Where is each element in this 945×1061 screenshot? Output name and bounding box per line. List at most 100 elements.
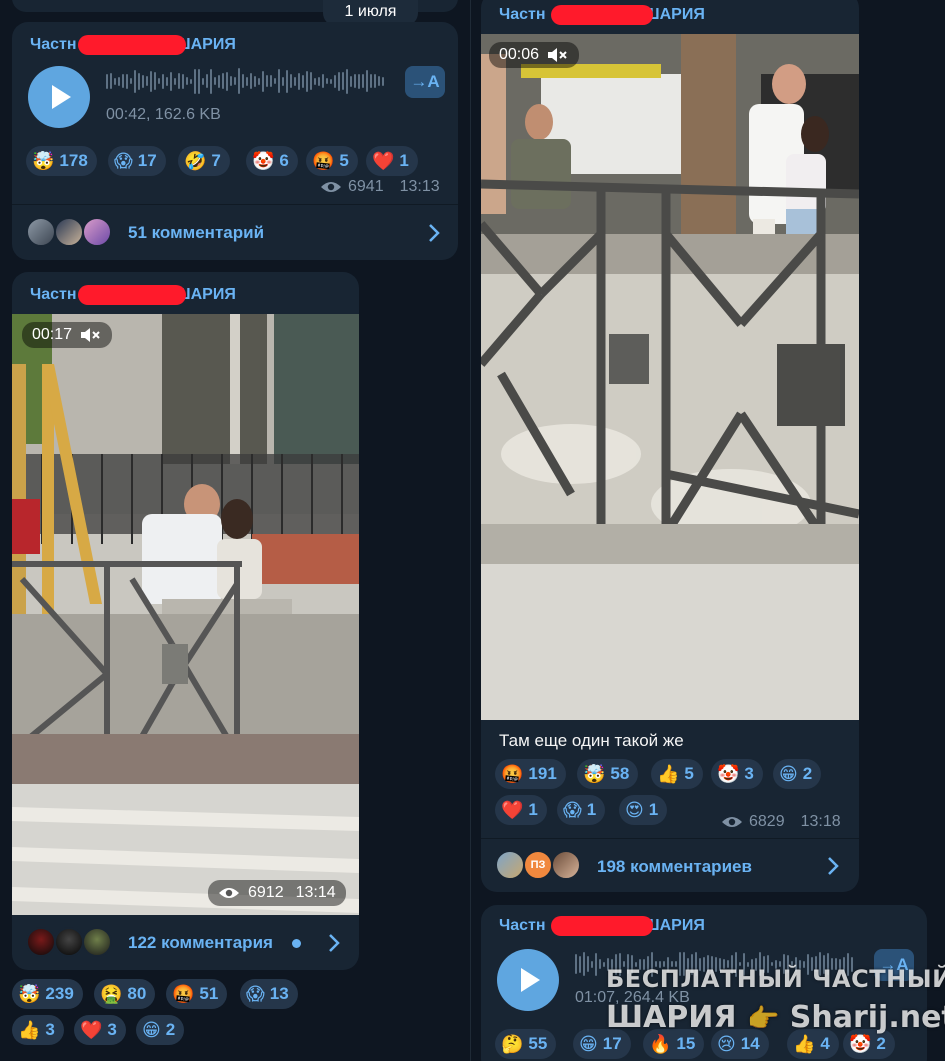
reaction-pill[interactable]: 👍 5 bbox=[651, 759, 703, 789]
column-divider bbox=[470, 0, 471, 1061]
reaction-pill[interactable]: 😱 1 bbox=[557, 795, 606, 825]
reaction-pill[interactable]: 🤣 7 bbox=[178, 146, 230, 176]
reaction-count: 2 bbox=[876, 1034, 886, 1053]
reaction-emoji-icon: 😢 bbox=[717, 1034, 736, 1054]
reaction-emoji-icon: ❤️ bbox=[80, 1020, 103, 1040]
video-player[interactable]: 00:17 6912 13:14 bbox=[12, 314, 359, 915]
reaction-pill[interactable]: 😁 2 bbox=[136, 1015, 185, 1045]
reaction-emoji-icon: 😱 bbox=[563, 800, 582, 820]
waveform-bar bbox=[146, 76, 148, 86]
reaction-count: 7 bbox=[211, 151, 221, 170]
waveform-bar bbox=[274, 78, 276, 84]
video-message-bubble: Частн ШАРИЯ bbox=[481, 0, 859, 892]
comments-link[interactable]: 122 комментария bbox=[12, 915, 359, 970]
reaction-pill[interactable]: 😱 17 bbox=[108, 146, 166, 176]
reaction-count: 15 bbox=[676, 1034, 696, 1053]
reaction-count: 2 bbox=[802, 764, 813, 783]
waveform-bar bbox=[579, 955, 581, 973]
reaction-count: 1 bbox=[586, 800, 597, 819]
comments-count: 51 комментарий bbox=[128, 223, 265, 242]
reaction-count: 4 bbox=[820, 1034, 830, 1053]
reaction-emoji-icon: 🤬 bbox=[501, 764, 524, 784]
waveform-bar bbox=[222, 73, 224, 89]
eye-icon bbox=[321, 182, 341, 192]
comments-count: 198 комментариев bbox=[597, 857, 752, 876]
reaction-count: 58 bbox=[610, 764, 630, 783]
reaction-pill[interactable]: 😁 2 bbox=[773, 759, 822, 789]
reaction-pill[interactable]: 🤔 55 bbox=[495, 1029, 557, 1059]
play-button[interactable] bbox=[28, 66, 90, 128]
waveform-bar bbox=[242, 74, 244, 88]
post-time: 13:14 bbox=[295, 884, 336, 901]
chevron-right-icon bbox=[828, 857, 839, 875]
watermark: БЕСПЛАТНЫЙ ЧАСТНЫЙ bbox=[606, 965, 945, 993]
eye-icon bbox=[722, 817, 742, 827]
video-player[interactable]: 00:06 bbox=[481, 34, 859, 720]
waveform-bar bbox=[278, 69, 280, 93]
waveform-bar bbox=[266, 75, 268, 87]
reaction-pill[interactable]: 🤯 178 bbox=[26, 146, 97, 176]
waveform-bar bbox=[178, 73, 180, 89]
waveform-bar bbox=[110, 73, 112, 89]
waveform-bar bbox=[190, 78, 192, 84]
video-duration-chip: 00:06 bbox=[489, 42, 580, 68]
reaction-pill[interactable]: 😍 1 bbox=[619, 795, 668, 825]
reaction-emoji-icon: 😁 bbox=[579, 1034, 598, 1054]
watermark: ШАРИЯ 👉 Sharij.net bbox=[606, 1000, 945, 1035]
waveform-bar bbox=[294, 76, 296, 86]
reaction-count: 13 bbox=[269, 984, 289, 1003]
muted-speaker-icon[interactable] bbox=[547, 46, 569, 64]
comments-link[interactable]: 51 комментарий bbox=[12, 204, 458, 260]
reaction-pill[interactable]: 🤬 51 bbox=[166, 979, 228, 1009]
chevron-right-icon bbox=[329, 934, 340, 952]
waveform-bar bbox=[302, 74, 304, 88]
post-time: 13:18 bbox=[800, 813, 841, 830]
reaction-pill[interactable]: 🤯 58 bbox=[577, 759, 639, 789]
reaction-emoji-icon: 👍 bbox=[657, 764, 680, 784]
waveform-bar bbox=[226, 71, 228, 91]
waveform-bar bbox=[174, 77, 176, 85]
reaction-pill[interactable]: 🤡 6 bbox=[246, 146, 298, 176]
video-frame bbox=[12, 314, 359, 915]
redaction-mark bbox=[551, 916, 653, 936]
waveform-bar bbox=[114, 77, 116, 85]
redaction-mark bbox=[551, 5, 653, 25]
reaction-count: 3 bbox=[107, 1020, 117, 1039]
reaction-count: 2 bbox=[165, 1020, 176, 1039]
waveform-bar bbox=[202, 77, 204, 85]
waveform-bar bbox=[378, 76, 380, 86]
view-count: 6941 bbox=[348, 178, 384, 195]
muted-speaker-icon[interactable] bbox=[80, 326, 102, 344]
waveform-bar bbox=[575, 954, 577, 974]
waveform-bar bbox=[142, 74, 144, 88]
waveform-bar bbox=[595, 952, 597, 976]
voice-waveform[interactable] bbox=[106, 66, 390, 96]
play-button[interactable] bbox=[497, 949, 559, 1011]
waveform-bar bbox=[126, 73, 128, 89]
reaction-pill[interactable]: 🤬 5 bbox=[306, 146, 358, 176]
reaction-pill[interactable]: 😱 13 bbox=[240, 979, 298, 1009]
waveform-bar bbox=[382, 76, 384, 86]
waveform-bar bbox=[322, 74, 324, 88]
video-duration-chip: 00:17 bbox=[22, 322, 113, 348]
comments-link[interactable]: ПЗ 198 комментариев bbox=[481, 838, 859, 892]
reaction-emoji-icon: 🤡 bbox=[717, 764, 740, 784]
commenter-avatar bbox=[495, 850, 525, 880]
waveform-bar bbox=[591, 960, 593, 968]
reaction-pill[interactable]: 🤡 3 bbox=[711, 759, 763, 789]
post-time: 13:13 bbox=[399, 178, 440, 195]
waveform-bar bbox=[230, 76, 232, 86]
waveform-bar bbox=[346, 68, 348, 94]
reaction-emoji-icon: ❤️ bbox=[501, 800, 524, 820]
waveform-bar bbox=[182, 73, 184, 89]
commenter-avatar bbox=[26, 927, 56, 957]
reaction-pill[interactable]: ❤️ 3 bbox=[74, 1015, 126, 1045]
reaction-pill[interactable]: ❤️ 1 bbox=[495, 795, 547, 825]
reaction-pill[interactable]: ❤️ 1 bbox=[366, 146, 418, 176]
reaction-pill[interactable]: 👍 3 bbox=[12, 1015, 64, 1045]
reaction-count: 17 bbox=[137, 151, 157, 170]
reaction-pill[interactable]: 🤮 80 bbox=[94, 979, 156, 1009]
reaction-pill[interactable]: 🤯 239 bbox=[12, 979, 83, 1009]
reaction-pill[interactable]: 🤬 191 bbox=[495, 759, 566, 789]
transcribe-button[interactable]: →A bbox=[405, 66, 445, 98]
